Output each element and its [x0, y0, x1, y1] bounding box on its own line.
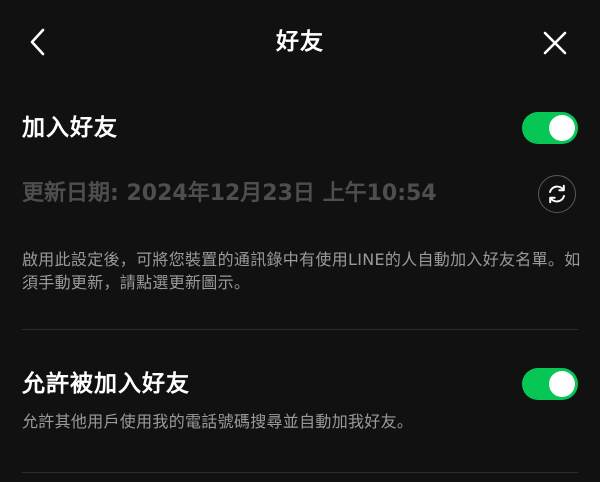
- allow-add-description: 允許其他用戶使用我的電話號碼搜尋並自動加我好友。: [22, 412, 414, 431]
- close-icon: [543, 31, 567, 55]
- page-title: 好友: [276, 29, 324, 55]
- toggle-knob: [549, 371, 575, 397]
- allow-add-friends-label: 允許被加入好友: [22, 371, 190, 397]
- section-divider: [22, 329, 578, 330]
- close-button[interactable]: [538, 26, 572, 60]
- refresh-icon: [549, 184, 565, 204]
- header-bar: 好友: [0, 0, 600, 82]
- last-updated-text: 更新日期: 2024年12月23日 上午10:54: [22, 181, 437, 206]
- auto-add-description: 啟用此設定後，可將您裝置的通訊錄中有使用LINE的人自動加入好友名單。如須手動更…: [22, 250, 581, 292]
- section-divider-bottom: [22, 472, 578, 473]
- toggle-knob: [549, 115, 575, 141]
- auto-add-friends-toggle[interactable]: [522, 112, 578, 144]
- refresh-button[interactable]: [538, 175, 576, 213]
- allow-add-friends-toggle[interactable]: [522, 368, 578, 400]
- auto-add-friends-label: 加入好友: [22, 115, 118, 141]
